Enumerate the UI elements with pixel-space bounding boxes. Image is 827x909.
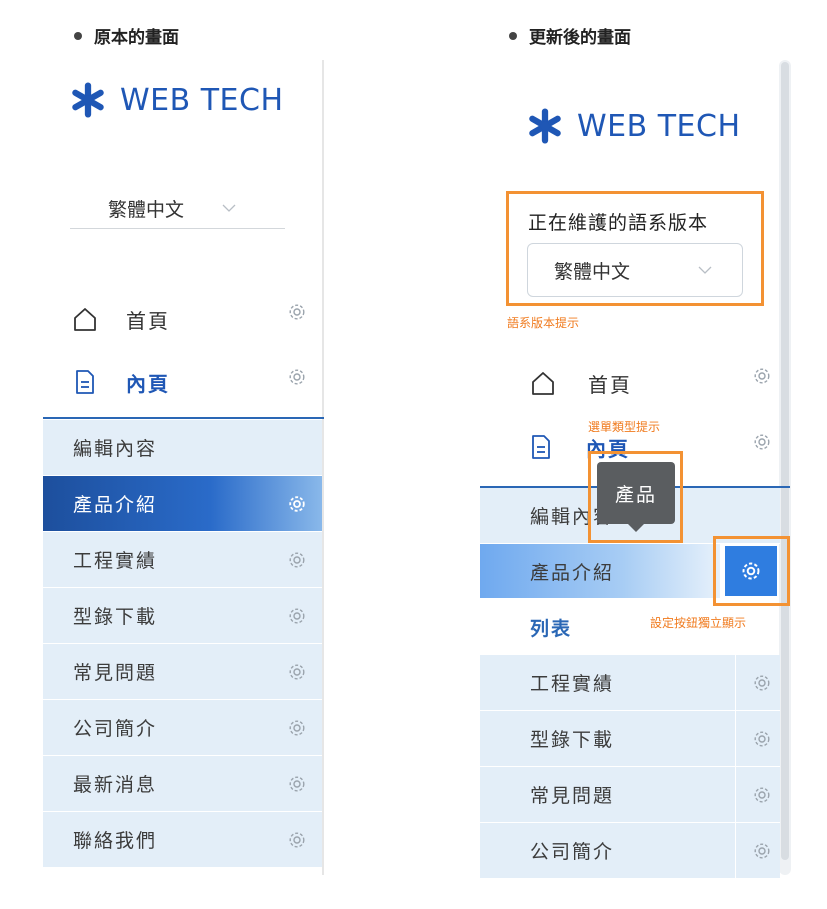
left-heading-text: 原本的畫面	[94, 28, 179, 48]
menu-row[interactable]: 型錄下載	[43, 588, 322, 644]
logo-text: WEB TECH	[120, 82, 284, 118]
settings-hint: 設定按鈕獨立顯示	[650, 616, 747, 630]
menu-row[interactable]: 編輯內容	[43, 420, 322, 476]
gear-icon[interactable]	[752, 729, 772, 749]
menu-row-label: 型錄下載	[73, 606, 158, 628]
asterisk-logo-icon	[529, 108, 561, 144]
home-icon	[74, 308, 96, 331]
menu-row[interactable]: 型錄下載	[480, 711, 780, 767]
menu-row[interactable]: 常見問題	[480, 767, 780, 823]
logo-text: WEB TECH	[577, 108, 741, 144]
list-label[interactable]: 列表	[530, 614, 572, 641]
right-nav-home[interactable]: 首頁	[530, 366, 760, 400]
gear-icon[interactable]	[752, 673, 772, 693]
document-icon	[76, 370, 94, 394]
row-separator	[735, 655, 736, 710]
menu-row-label: 最新消息	[73, 774, 158, 796]
menu-row[interactable]: 最新消息	[43, 756, 322, 812]
menu-row-label: 常見問題	[73, 662, 158, 684]
right-heading-text: 更新後的畫面	[529, 28, 631, 48]
menu-row-label: 公司簡介	[73, 718, 158, 740]
language-value: 繁體中文	[108, 198, 185, 221]
row-separator	[735, 711, 736, 766]
menu-row-label: 產品介紹	[73, 494, 158, 516]
right-heading: 更新後的畫面	[509, 23, 631, 48]
nav-home-label: 首頁	[126, 308, 170, 333]
right-logo: WEB TECH	[527, 108, 741, 144]
gear-icon[interactable]	[287, 718, 307, 738]
gear-icon[interactable]	[287, 830, 307, 850]
right-language-select[interactable]: 繁體中文	[527, 243, 743, 297]
menu-row[interactable]: 工程實績	[43, 532, 322, 588]
left-heading: 原本的畫面	[74, 23, 179, 48]
menu-row[interactable]: 公司簡介	[43, 700, 322, 756]
menu-row[interactable]: 公司簡介	[480, 823, 780, 879]
bullet-dot	[509, 31, 517, 40]
gear-icon[interactable]	[287, 550, 307, 570]
gear-icon[interactable]	[287, 662, 307, 682]
gear-icon[interactable]	[752, 432, 772, 452]
settings-highlight-box	[713, 536, 790, 606]
nav-home-label: 首頁	[588, 372, 632, 397]
lang-label: 正在維護的語系版本	[528, 212, 709, 234]
left-active-underline	[43, 417, 324, 419]
menu-row-label: 工程實績	[73, 550, 158, 572]
left-nav-inner[interactable]: 內頁	[74, 365, 314, 399]
tooltip-highlight-box	[588, 451, 683, 543]
menu-row-label: 編輯內容	[73, 438, 158, 460]
left-nav-home[interactable]: 首頁	[72, 302, 312, 336]
menu-row-label: 工程實績	[530, 673, 615, 695]
gear-icon[interactable]	[287, 302, 307, 322]
scrollbar-track[interactable]	[779, 60, 791, 875]
asterisk-logo-icon	[72, 82, 104, 118]
menu-row[interactable]: 產品介紹	[43, 476, 322, 532]
menu-row[interactable]: 常見問題	[43, 644, 322, 700]
home-icon	[532, 372, 554, 395]
gear-icon[interactable]	[287, 606, 307, 626]
menu-row-active[interactable]: 產品介紹	[480, 544, 720, 599]
menu-row-label: 公司簡介	[530, 841, 615, 863]
menu-row[interactable]: 聯絡我們	[43, 812, 322, 868]
bullet-dot	[74, 31, 82, 40]
menu-row-label: 常見問題	[530, 785, 615, 807]
document-icon	[532, 435, 550, 459]
gear-icon[interactable]	[287, 367, 307, 387]
menu-row-label: 聯絡我們	[73, 830, 158, 852]
gear-icon[interactable]	[287, 774, 307, 794]
language-value: 繁體中文	[554, 260, 631, 283]
menu-row[interactable]: 工程實績	[480, 655, 780, 711]
left-panel-divider	[322, 60, 324, 875]
nav-inner-label: 內頁	[126, 371, 170, 396]
gear-icon[interactable]	[752, 366, 772, 386]
chevron-down-icon	[222, 204, 236, 212]
lang-hint: 語系版本提示	[507, 316, 580, 330]
menu-row-label: 型錄下載	[530, 729, 615, 751]
menu-row-label: 產品介紹	[530, 561, 615, 584]
left-language-select[interactable]: 繁體中文	[70, 188, 285, 229]
row-separator	[735, 767, 736, 822]
chevron-down-icon	[698, 266, 712, 274]
row-separator	[735, 823, 736, 878]
left-logo: WEB TECH	[70, 82, 284, 118]
gear-icon[interactable]	[752, 785, 772, 805]
gear-icon[interactable]	[287, 494, 307, 514]
scrollbar-thumb[interactable]	[781, 62, 789, 860]
gear-icon[interactable]	[752, 841, 772, 861]
